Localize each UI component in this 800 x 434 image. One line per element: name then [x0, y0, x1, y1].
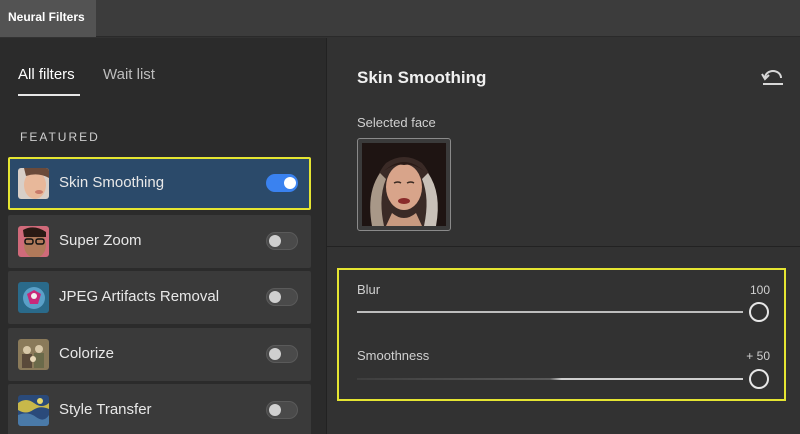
- toggle-knob: [284, 177, 296, 189]
- section-divider: [327, 246, 800, 247]
- selected-face-label: Selected face: [357, 115, 436, 130]
- panel-divider: [326, 38, 327, 434]
- filter-label: Colorize: [59, 345, 115, 362]
- toggle-skin-smoothing[interactable]: [266, 174, 298, 192]
- tab-wait-list[interactable]: Wait list: [103, 66, 155, 83]
- filter-title: Skin Smoothing: [357, 68, 487, 87]
- reset-icon[interactable]: [761, 67, 785, 87]
- filters-panel: All filters Wait list FEATURED Skin Smoo…: [0, 38, 326, 434]
- painting-thumbnail-icon: [18, 395, 49, 426]
- toggle-knob: [269, 348, 281, 360]
- toggle-knob: [269, 404, 281, 416]
- filter-item-style-transfer[interactable]: Style Transfer: [8, 384, 311, 434]
- filter-item-skin-smoothing[interactable]: Skin Smoothing: [8, 157, 311, 210]
- filter-label: Style Transfer: [59, 401, 152, 418]
- face-thumbnail-icon: [18, 168, 49, 199]
- toggle-super-zoom[interactable]: [266, 232, 298, 250]
- tab-neural-filters[interactable]: Neural Filters: [0, 0, 96, 37]
- blur-value: 100: [749, 283, 770, 297]
- filter-label: Super Zoom: [59, 232, 142, 249]
- toggle-knob: [269, 291, 281, 303]
- selected-face-thumbnail[interactable]: [357, 138, 451, 231]
- filter-item-super-zoom[interactable]: Super Zoom: [8, 215, 311, 268]
- toggle-knob: [269, 235, 281, 247]
- smoothness-label: Smoothness: [357, 348, 430, 363]
- toggle-colorize[interactable]: [266, 345, 298, 363]
- smoothness-slider-track[interactable]: [357, 378, 743, 380]
- glasses-face-thumbnail-icon: [18, 226, 49, 257]
- filter-item-colorize[interactable]: Colorize: [8, 328, 311, 381]
- tab-all-filters[interactable]: All filters: [18, 66, 75, 83]
- toggle-jpeg-artifacts-removal[interactable]: [266, 288, 298, 306]
- active-tab-indicator: [18, 94, 80, 96]
- smoothness-slider-thumb[interactable]: [749, 369, 769, 389]
- toggle-style-transfer[interactable]: [266, 401, 298, 419]
- section-label-featured: FEATURED: [20, 130, 100, 144]
- filter-item-jpeg-artifacts-removal[interactable]: JPEG Artifacts Removal: [8, 271, 311, 324]
- blur-slider-track[interactable]: [357, 311, 743, 313]
- group-photo-thumbnail-icon: [18, 339, 49, 370]
- blur-slider-thumb[interactable]: [749, 302, 769, 322]
- tab-bar: Neural Filters: [0, 0, 800, 37]
- bird-thumbnail-icon: [18, 282, 49, 313]
- slider-panel: Blur 100 Smoothness + 50: [337, 268, 786, 401]
- blur-label: Blur: [357, 282, 381, 297]
- filter-label: Skin Smoothing: [59, 174, 165, 191]
- smoothness-value: + 50: [746, 349, 770, 363]
- filter-label: JPEG Artifacts Removal: [59, 288, 220, 305]
